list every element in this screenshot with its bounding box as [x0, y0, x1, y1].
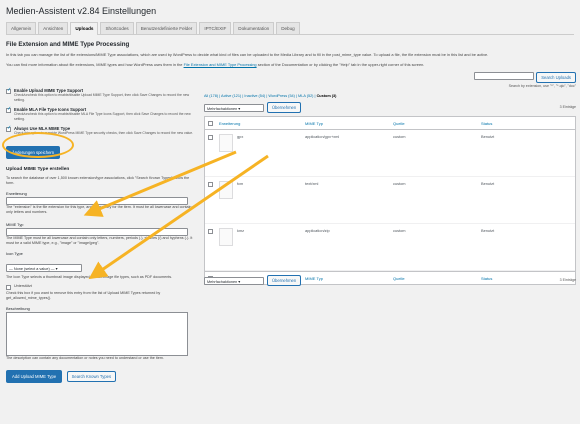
- settings-tabs: Allgemein Ansichten Uploads Shortcodes B…: [6, 22, 574, 35]
- desc-help: The description can contain any document…: [6, 355, 164, 360]
- option-desc: Check/uncheck this option to enable/disa…: [14, 93, 190, 102]
- apply-button-top[interactable]: Übernehmen: [267, 102, 302, 113]
- description-label: Beschreibung: [6, 305, 30, 311]
- file-icon: [219, 181, 233, 199]
- search-input[interactable]: [474, 72, 535, 80]
- file-icon: [219, 228, 233, 246]
- inactive-label: Unterstützt: [14, 283, 32, 288]
- bulk-select-bottom[interactable]: Mehrfachaktionen ▾: [204, 276, 264, 285]
- tab-debug[interactable]: Debug: [276, 22, 300, 34]
- always-mla-checkbox[interactable]: [6, 125, 11, 133]
- description-textarea[interactable]: [6, 311, 188, 356]
- entries-count-top: 3 Einträge: [559, 105, 576, 109]
- row-checkbox[interactable]: [208, 229, 213, 234]
- mime-type-input[interactable]: [6, 227, 188, 236]
- intro-text-2b: section of the Documentation or by click…: [257, 62, 425, 67]
- row-checkbox[interactable]: [208, 182, 213, 187]
- mime-table: Erweiterung MIME Typ Quelle Status gpx a…: [204, 116, 576, 285]
- row-status: Benutzt: [481, 181, 495, 186]
- table-row: gpx application/gpx+xml custom Benutzt: [205, 130, 575, 177]
- icon-help: The Icon Type selects a thumbnail image …: [6, 274, 173, 279]
- row-ext[interactable]: fcm: [237, 181, 243, 223]
- icons-checkbox[interactable]: [6, 106, 11, 114]
- row-mime: application/zip: [305, 228, 330, 233]
- row-ext[interactable]: gpx: [237, 134, 243, 176]
- option-desc: Check/uncheck this option to enable/disa…: [14, 112, 191, 121]
- search-button[interactable]: Search Uploads: [536, 72, 576, 83]
- intro-text: In this tab you can manage the list of f…: [6, 52, 489, 57]
- section-title: File Extension and MIME Type Processing: [6, 41, 130, 48]
- table-row: kmz application/zip custom Benutzt: [205, 224, 575, 271]
- icon-select-value: — None (select a value) —: [9, 266, 55, 271]
- ext-label: Erweiterung: [6, 190, 27, 196]
- filter-mla[interactable]: MLA (52): [298, 94, 313, 98]
- extension-input[interactable]: [6, 196, 188, 205]
- entries-count-bottom: 3 Einträge: [559, 278, 576, 282]
- tab-shortcodes[interactable]: Shortcodes: [100, 22, 134, 34]
- col-source-bottom[interactable]: Quelle: [393, 276, 481, 281]
- mime-help: The MIME Type must be all lowercase and …: [6, 235, 193, 245]
- select-all-checkbox[interactable]: [208, 121, 213, 126]
- col-extension[interactable]: Erweiterung: [219, 121, 305, 126]
- bulk-select-value: Mehrfachaktionen: [207, 106, 238, 111]
- row-source: custom: [393, 134, 406, 139]
- filter-inactive[interactable]: Inactive (54): [244, 94, 265, 98]
- search-row: Search Uploads: [474, 72, 576, 83]
- row-status: Benutzt: [481, 134, 495, 139]
- form-buttons: Add Upload MIME Type Search Known Types: [6, 365, 196, 383]
- row-checkbox[interactable]: [208, 135, 213, 140]
- bulk-select-top[interactable]: Mehrfachaktionen ▾: [204, 103, 264, 112]
- view-filters: All (178) | Active (121) | Inactive (54)…: [204, 94, 337, 98]
- add-mime-button[interactable]: Add Upload MIME Type: [6, 369, 63, 383]
- table-row: fcm text/xml custom Benutzt: [205, 177, 575, 224]
- col-status[interactable]: Status: [481, 121, 492, 126]
- tab-allgemein[interactable]: Allgemein: [6, 22, 37, 34]
- col-source[interactable]: Quelle: [393, 121, 481, 126]
- option-upload-mime: Enable Upload MIME Type Support Check/un…: [6, 87, 196, 102]
- page-title: Medien-Assistent v2.84 Einstellungen: [6, 6, 157, 16]
- tab-iptc-exif[interactable]: IPTC/EXIF: [199, 22, 232, 34]
- bulk-actions-top: Mehrfachaktionen ▾ Übernehmen: [204, 102, 302, 113]
- col-mime-bottom[interactable]: MIME Typ: [305, 276, 393, 281]
- search-help: Search by extension, use "*", "*.qlo", "…: [508, 84, 576, 88]
- intro-text-2: You can find more information about file…: [6, 62, 574, 68]
- tab-uploads[interactable]: Uploads: [70, 22, 99, 35]
- row-source: custom: [393, 228, 406, 233]
- inactive-option: Unterstützt: [6, 284, 196, 290]
- icon-label: Icon Type: [6, 250, 23, 256]
- filter-all[interactable]: All (178): [204, 94, 218, 98]
- row-status: Benutzt: [481, 228, 495, 233]
- apply-button-bottom[interactable]: Übernehmen: [267, 275, 302, 286]
- row-source: custom: [393, 181, 406, 186]
- bulk-actions-bottom: Mehrfachaktionen ▾ Übernehmen: [204, 275, 302, 286]
- tab-ansichten[interactable]: Ansichten: [38, 22, 69, 34]
- intro-text-2a: You can find more information about file…: [6, 62, 183, 67]
- add-intro: To search the database of over 1,500 kno…: [6, 175, 190, 185]
- mime-label: MIME Typ: [6, 221, 24, 227]
- col-status-bottom[interactable]: Status: [481, 276, 492, 281]
- filter-active[interactable]: Active (121): [221, 94, 241, 98]
- add-mime-heading: Upload MIME Type erstellen: [6, 166, 70, 172]
- row-mime: text/xml: [305, 181, 319, 186]
- filter-custom[interactable]: Custom (3): [317, 94, 337, 98]
- row-ext[interactable]: kmz: [237, 228, 244, 270]
- row-mime: application/gpx+xml: [305, 134, 340, 139]
- col-mime[interactable]: MIME Typ: [305, 121, 393, 126]
- table-header: Erweiterung MIME Typ Quelle Status: [205, 117, 575, 130]
- doc-link[interactable]: File Extension and MIME Type Processing: [184, 62, 257, 67]
- tab-custom-fields[interactable]: Benutzerdefinierte Felder: [135, 22, 198, 34]
- inactive-checkbox[interactable]: [6, 284, 11, 290]
- file-icon: [219, 134, 233, 152]
- upload-mime-checkbox[interactable]: [6, 87, 11, 94]
- filter-wordpress[interactable]: WordPress (54): [268, 94, 295, 98]
- bulk-select-value-bottom: Mehrfachaktionen: [207, 279, 238, 284]
- inactive-help: Check this box if you want to remove thi…: [6, 290, 161, 300]
- search-known-button[interactable]: Search Known Types: [66, 370, 117, 382]
- highlight-ellipse: [2, 132, 74, 158]
- icon-type-select[interactable]: — None (select a value) — ▾: [6, 263, 82, 272]
- option-icons: Enable MLA File Type Icons Support Check…: [6, 106, 196, 121]
- tab-documentation[interactable]: Dokumentation: [233, 22, 275, 34]
- ext-help: The "extension" is the file extension fo…: [6, 204, 192, 214]
